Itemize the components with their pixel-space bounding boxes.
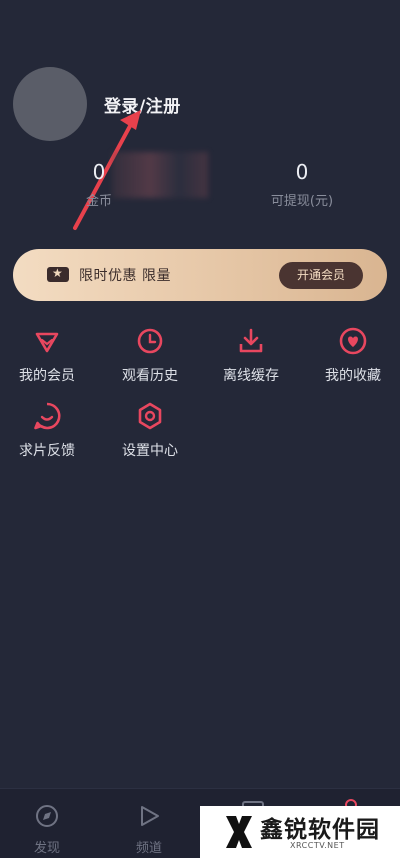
tab-label: 发现 [33, 841, 60, 856]
menu-item-settings[interactable]: 设置中心 [112, 401, 188, 460]
menu-item-feedback[interactable]: 求片反馈 [9, 401, 85, 460]
withdrawable-stat[interactable]: 0 可提现(元) [256, 160, 348, 209]
compass-icon [36, 805, 58, 827]
clock-icon [137, 328, 163, 354]
menu-label: 离线缓存 [223, 368, 279, 384]
menu-label: 观看历史 [122, 368, 178, 384]
menu-item-offline-cache[interactable]: 离线缓存 [213, 326, 289, 385]
menu-label: 求片反馈 [19, 443, 75, 459]
vip-promo-text: 限时优惠 限量 [79, 268, 171, 284]
menu-label: 我的会员 [19, 368, 75, 384]
redacted-region [112, 152, 208, 198]
menu-label: 设置中心 [122, 443, 178, 459]
tab-label: 频道 [135, 841, 162, 856]
watermark-title: 鑫锐软件园 [260, 817, 380, 843]
diamond-icon [35, 332, 59, 353]
play-icon [141, 806, 159, 826]
watermark-logo-icon [226, 816, 252, 848]
watermark-subtitle: XRCCTV.NET [290, 841, 345, 850]
ticket-icon: ★ [47, 266, 69, 282]
tab-discover[interactable]: 发现 [22, 803, 72, 856]
heart-icon [339, 327, 367, 355]
tab-channels[interactable]: 频道 [124, 803, 174, 856]
withdrawable-value: 0 [295, 160, 309, 184]
annotation-arrow [73, 110, 141, 230]
open-membership-button[interactable]: 开通会员 [279, 262, 363, 289]
menu-item-membership[interactable]: 我的会员 [9, 326, 85, 385]
download-icon [239, 328, 263, 353]
vip-promo-banner[interactable]: ★ 限时优惠 限量 开通会员 [13, 249, 387, 301]
feedback-icon [34, 402, 61, 430]
gear-icon [138, 402, 162, 430]
site-watermark: 鑫锐软件园 XRCCTV.NET [200, 806, 400, 858]
menu-item-favorites[interactable]: 我的收藏 [315, 326, 391, 385]
menu-label: 我的收藏 [325, 368, 381, 384]
withdrawable-label: 可提现(元) [270, 194, 334, 209]
menu-item-history[interactable]: 观看历史 [112, 326, 188, 385]
